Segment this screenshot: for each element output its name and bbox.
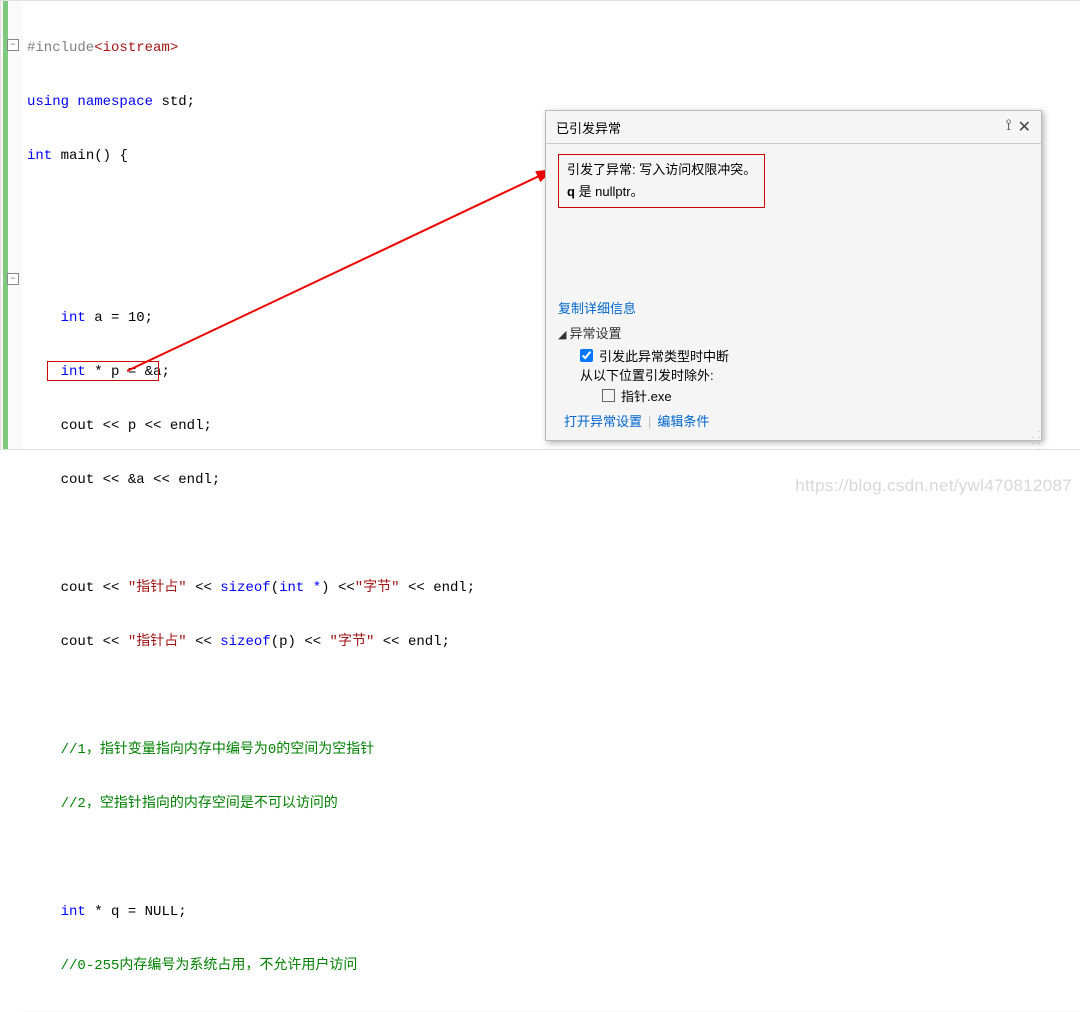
exception-detail: q 是 nullptr。	[567, 181, 756, 203]
exception-popup: 已引发异常 ⟟ ✕ 引发了异常: 写入访问权限冲突。 q 是 nullptr。 …	[545, 110, 1042, 441]
break-on-exception-checkbox[interactable]	[580, 349, 593, 362]
fold-toggle[interactable]: −	[7, 39, 19, 51]
include-target: <iostream>	[94, 40, 178, 56]
editor-gutter: − −	[1, 1, 23, 449]
close-icon[interactable]: ✕	[1018, 117, 1031, 137]
popup-body: 引发了异常: 写入访问权限冲突。 q 是 nullptr。 复制详细信息 异常设…	[546, 144, 1041, 440]
popup-message-box: 引发了异常: 写入访问权限冲突。 q 是 nullptr。	[558, 154, 765, 208]
comment: //0-255内存编号为系统占用，不允许用户访问	[61, 958, 358, 974]
exclude-module-checkbox[interactable]	[602, 389, 615, 402]
copy-details-link[interactable]: 复制详细信息	[558, 298, 1029, 317]
resize-grip-icon[interactable]: .. .. . .	[1028, 427, 1040, 439]
except-from-label: 从以下位置引发时除外:	[580, 365, 1029, 384]
popup-title: 已引发异常	[556, 118, 1006, 137]
break-on-exception-label: 引发此异常类型时中断	[599, 346, 729, 365]
exception-message: 引发了异常: 写入访问权限冲突。	[567, 159, 756, 181]
watermark: https://blog.csdn.net/ywl470812087	[795, 476, 1072, 496]
edit-conditions-link[interactable]: 编辑条件	[657, 414, 709, 429]
exception-settings-header[interactable]: 异常设置	[558, 323, 1029, 342]
popup-header: 已引发异常 ⟟ ✕	[546, 111, 1041, 144]
comment: //1，指针变量指向内存中编号为0的空间为空指针	[61, 742, 375, 758]
current-exec-line: *q = 100;	[23, 1011, 1080, 1012]
fold-toggle[interactable]: −	[7, 273, 19, 285]
preprocessor: #include	[27, 40, 94, 56]
pin-icon[interactable]: ⟟	[1006, 117, 1012, 137]
exclude-module-label: 指针.exe	[621, 386, 672, 405]
open-exception-settings-link[interactable]: 打开异常设置	[564, 414, 642, 429]
comment: //2，空指针指向的内存空间是不可以访问的	[61, 796, 338, 812]
